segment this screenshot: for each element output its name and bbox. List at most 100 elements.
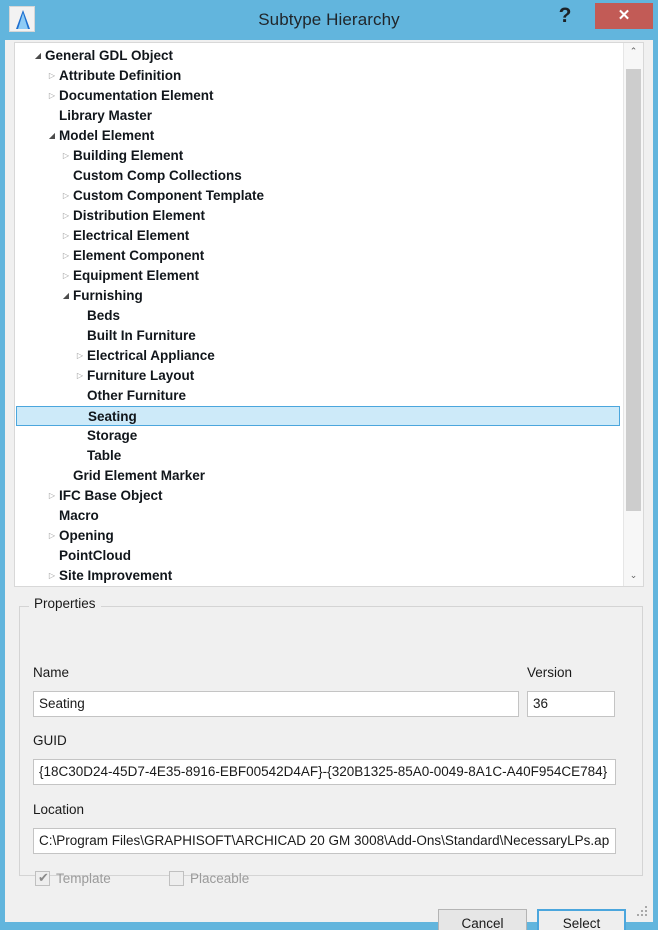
location-label: Location	[33, 802, 85, 817]
tree-item-label: Opening	[59, 528, 114, 543]
tree-item-label: Library Master	[59, 108, 153, 123]
version-label: Version	[527, 665, 573, 680]
tree-item[interactable]: Storage	[15, 426, 623, 446]
tree-item-label: Element Component	[73, 248, 205, 263]
tree-item-label: Seating	[88, 409, 137, 424]
tree-item[interactable]: ▷ Attribute Definition	[15, 66, 623, 86]
chevron-right-icon[interactable]: ▷	[59, 266, 73, 286]
title-bar: Subtype Hierarchy ? ✕	[0, 0, 658, 40]
tree-item-label: Macro	[59, 508, 99, 523]
tree-item[interactable]: PointCloud	[15, 546, 623, 566]
tree-item[interactable]: Beds	[15, 306, 623, 326]
chevron-down-icon[interactable]: ◢	[45, 126, 59, 146]
select-button[interactable]: Select	[537, 909, 626, 930]
tree-item[interactable]: ▷ Custom Component Template	[15, 186, 623, 206]
scroll-down-arrow-icon[interactable]: ⌄	[624, 567, 643, 586]
chevron-right-icon[interactable]: ▷	[45, 566, 59, 586]
tree-item-label: Custom Component Template	[73, 188, 265, 203]
tree-item[interactable]: ◢ General GDL Object	[15, 46, 623, 66]
scroll-up-arrow-icon[interactable]: ⌃	[624, 43, 643, 62]
tree-item[interactable]: Seating	[16, 406, 620, 426]
tree-item[interactable]: Grid Element Marker	[15, 466, 623, 486]
chevron-right-icon[interactable]: ▷	[45, 86, 59, 106]
subtype-tree[interactable]: ◢ General GDL Object ▷ Attribute Definition…	[14, 42, 644, 587]
tree-item-label: Storage	[87, 428, 138, 443]
tree-item[interactable]: ▷ Building Element	[15, 146, 623, 166]
resize-grip-dot	[645, 910, 647, 912]
close-icon[interactable]: ✕	[595, 3, 653, 29]
placeable-checkbox-box	[169, 871, 184, 886]
tree-item[interactable]: ▷ Electrical Element	[15, 226, 623, 246]
tree-item[interactable]: ▷ Documentation Element	[15, 86, 623, 106]
tree-item[interactable]: ▷ Distribution Element	[15, 206, 623, 226]
tree-item-label: Built In Furniture	[87, 328, 196, 343]
resize-grip-dot	[637, 914, 639, 916]
tree-item-label: Equipment Element	[73, 268, 200, 283]
tree-item-label: PointCloud	[59, 548, 131, 563]
tree-item[interactable]: Table	[15, 446, 623, 466]
name-field[interactable]: Seating	[33, 691, 519, 717]
chevron-right-icon[interactable]: ▷	[45, 526, 59, 546]
chevron-right-icon[interactable]: ▷	[59, 146, 73, 166]
placeable-checkbox-label: Placeable	[190, 871, 250, 886]
chevron-right-icon[interactable]: ▷	[45, 486, 59, 506]
location-field[interactable]: C:\Program Files\GRAPHISOFT\ARCHICAD 20 …	[33, 828, 616, 854]
tree-item-label: Beds	[87, 308, 121, 323]
tree-item[interactable]: Built In Furniture	[15, 326, 623, 346]
chevron-down-icon[interactable]: ◢	[59, 286, 73, 306]
tree-item[interactable]: ◢ Model Element	[15, 126, 623, 146]
guid-label: GUID	[33, 733, 67, 748]
subtype-hierarchy-dialog: Subtype Hierarchy ? ✕ ◢ General GDL Objec…	[0, 0, 658, 930]
chevron-right-icon[interactable]: ▷	[59, 206, 73, 226]
help-icon[interactable]: ?	[548, 0, 582, 34]
tree-item-label: Other Furniture	[87, 388, 187, 403]
tree-item[interactable]: Other Furniture	[15, 386, 623, 406]
chevron-down-icon[interactable]: ◢	[31, 46, 45, 66]
tree-item[interactable]: ▷ IFC Base Object	[15, 486, 623, 506]
chevron-right-icon[interactable]: ▷	[59, 226, 73, 246]
guid-field[interactable]: {18C30D24-45D7-4E35-8916-EBF00542D4AF}-{…	[33, 759, 616, 785]
tree-item-label: Table	[87, 448, 122, 463]
version-field[interactable]: 36	[527, 691, 615, 717]
name-label: Name	[33, 665, 70, 680]
chevron-right-icon[interactable]: ▷	[59, 246, 73, 266]
tree-item-label: Electrical Appliance	[87, 348, 215, 363]
tree-item[interactable]: ◢ Furnishing	[15, 286, 623, 306]
template-checkbox-box: ✔	[35, 870, 50, 886]
tree-item-label: Grid Element Marker	[73, 468, 206, 483]
properties-group-label: Properties	[29, 596, 101, 611]
tree-scrollbar[interactable]: ⌃ ⌄	[623, 43, 643, 586]
tree-item[interactable]: ▷ Equipment Element	[15, 266, 623, 286]
scrollbar-thumb[interactable]	[626, 69, 641, 511]
tree-list: ◢ General GDL Object ▷ Attribute Definition…	[15, 46, 623, 586]
template-checkbox-label: Template	[56, 871, 111, 886]
resize-grip-dot	[641, 910, 643, 912]
tree-item-label: Furnishing	[73, 288, 143, 303]
tree-item-label: Documentation Element	[59, 88, 214, 103]
tree-item-label: Custom Comp Collections	[73, 168, 242, 183]
resize-grip-dot	[641, 914, 643, 916]
resize-grip-dot	[645, 914, 647, 916]
cancel-button[interactable]: Cancel	[438, 909, 527, 930]
chevron-right-icon[interactable]: ▷	[73, 346, 87, 366]
tree-item-label: Building Element	[73, 148, 184, 163]
tree-item[interactable]: Library Master	[15, 106, 623, 126]
tree-item[interactable]: ▷ Site Improvement	[15, 566, 623, 586]
tree-item-label: Model Element	[59, 128, 155, 143]
tree-item-label: IFC Base Object	[59, 488, 163, 503]
tree-item[interactable]: ▷ Furniture Layout	[15, 366, 623, 386]
resize-grip-dot	[645, 906, 647, 908]
chevron-right-icon[interactable]: ▷	[59, 186, 73, 206]
tree-item[interactable]: ▷ Element Component	[15, 246, 623, 266]
checkmark-icon: ✔	[38, 870, 49, 885]
tree-item[interactable]: Custom Comp Collections	[15, 166, 623, 186]
tree-item-label: Furniture Layout	[87, 368, 195, 383]
tree-item[interactable]: Macro	[15, 506, 623, 526]
tree-item[interactable]: ▷ Electrical Appliance	[15, 346, 623, 366]
tree-item-label: Distribution Element	[73, 208, 206, 223]
chevron-right-icon[interactable]: ▷	[45, 66, 59, 86]
tree-item[interactable]: ▷ Opening	[15, 526, 623, 546]
resize-grip[interactable]	[637, 906, 650, 919]
tree-item-label: Site Improvement	[59, 568, 173, 583]
chevron-right-icon[interactable]: ▷	[73, 366, 87, 386]
